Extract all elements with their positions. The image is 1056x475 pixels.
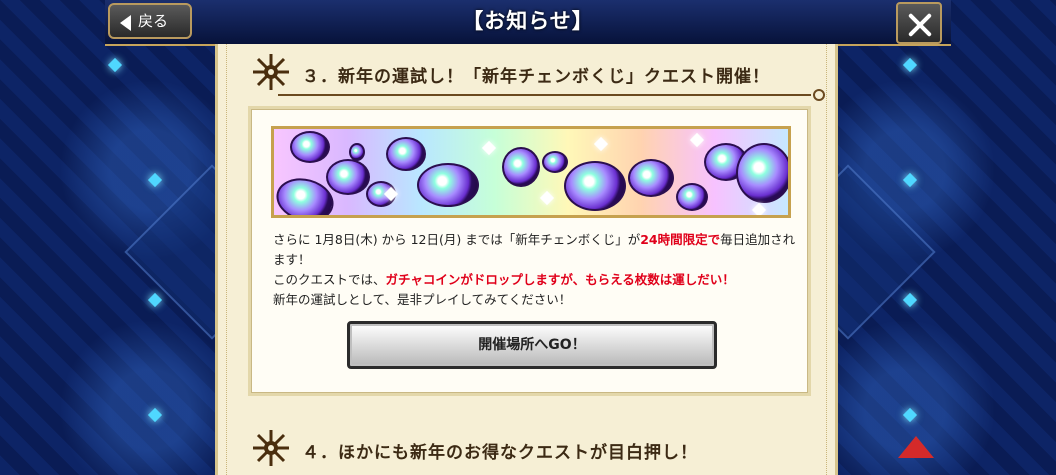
divider	[278, 89, 825, 101]
snowflake-ornament-icon	[253, 430, 289, 466]
coin	[290, 131, 330, 163]
snowflake-ornament-icon	[253, 54, 289, 90]
coin	[736, 143, 788, 203]
description-text: このクエストでは、	[273, 272, 386, 287]
coin	[326, 159, 370, 195]
section-heading: ４．ほかにも新年のお得なクエストが目白押し！	[218, 430, 841, 474]
sparkle	[751, 202, 767, 215]
sparkle	[689, 132, 705, 148]
close-button[interactable]	[896, 2, 942, 44]
coin	[386, 137, 426, 171]
sparkle	[481, 140, 497, 156]
coin	[502, 147, 540, 187]
back-button[interactable]: 戻る	[108, 3, 192, 39]
notice-panel[interactable]: ３．新年の運試し！「新年チェンボくじ」クエスト開催！ さらに 1月8日(木) か…	[215, 44, 838, 475]
description-text: さらに 1月8日(木) から 12日(月) までは「新年チェンボくじ」が	[273, 232, 641, 247]
up-arrow-icon[interactable]	[898, 436, 934, 458]
event-banner-image	[271, 126, 791, 218]
go-to-venue-button[interactable]: 開催場所へGO！	[347, 321, 717, 369]
description-text: 新年の運試しとして、是非プレイしてみてください！	[273, 292, 572, 307]
coin	[542, 151, 568, 173]
highlight-text: 24時間限定で	[640, 232, 721, 247]
highlight-text: ガチャコインがドロップしますが、もらえる枚数は運しだい！	[385, 272, 735, 287]
section-title: ４．ほかにも新年のお得なクエストが目白押し！	[302, 443, 698, 463]
header-bar: 【お知らせ】	[105, 0, 951, 46]
event-description: さらに 1月8日(木) から 12日(月) までは「新年チェンボくじ」が24時間…	[273, 230, 798, 310]
coin	[417, 163, 479, 207]
coin	[676, 183, 708, 211]
coin	[564, 161, 626, 211]
section-heading: ３．新年の運試し！「新年チェンボくじ」クエスト開催！	[218, 54, 841, 101]
left-arrow-icon	[120, 15, 131, 31]
back-button-label: 戻る	[138, 12, 169, 30]
coin	[628, 159, 674, 197]
section-title: ３．新年の運試し！「新年チェンボくじ」クエスト開催！	[302, 67, 770, 87]
coin	[349, 143, 365, 161]
sparkle	[539, 190, 555, 206]
event-card: さらに 1月8日(木) から 12日(月) までは「新年チェンボくじ」が24時間…	[248, 106, 811, 396]
sparkle	[593, 136, 609, 152]
page-title: 【お知らせ】	[462, 9, 594, 33]
